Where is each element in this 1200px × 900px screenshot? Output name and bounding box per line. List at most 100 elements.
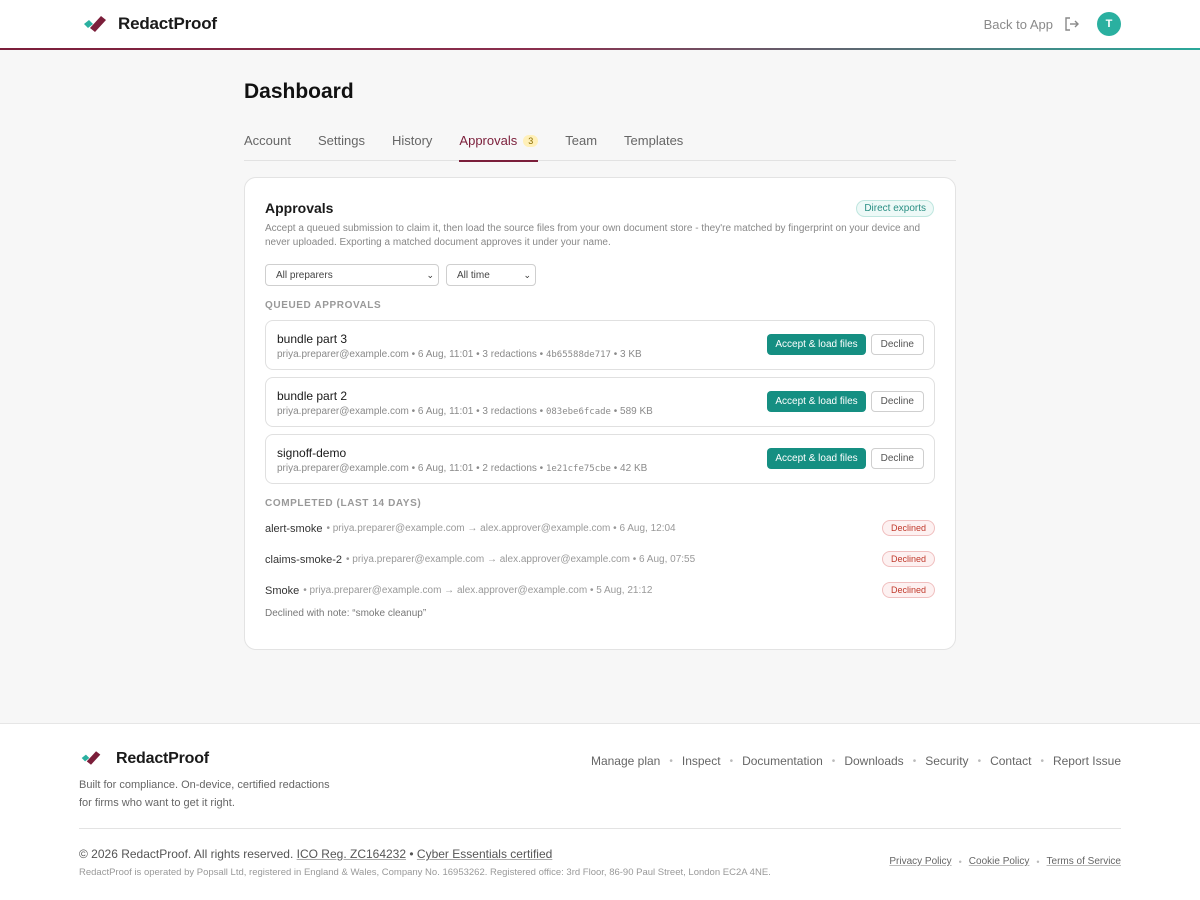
tab-label: Team [565,133,598,148]
footer-link-manage-plan[interactable]: Manage plan [591,754,660,768]
queued-list: bundle part 3 priya.preparer@example.com… [265,320,935,484]
approvals-title: Approvals [265,200,334,216]
tab-team[interactable]: Team [565,124,597,161]
main-content: Dashboard Account Settings History Appro… [244,80,956,650]
footer-links: Manage plan • Inspect • Documentation • … [591,754,1121,768]
queued-item: signoff-demo priya.preparer@example.com … [265,434,935,484]
separator: • [669,755,673,767]
tab-label: Settings [317,133,365,148]
header-divider [0,48,1200,50]
decline-button[interactable]: Decline [870,448,924,469]
back-to-app-link[interactable]: Back to App [984,17,1053,32]
filters: All preparers ⌄ All time ⌄ [265,264,935,286]
footer-legal-text: RedactProof is operated by Popsall Ltd, … [79,867,771,878]
tagline-line-2: for firms who want to get it right. [79,797,235,809]
direct-exports-badge: Direct exports [856,200,934,217]
tab-label: History [391,133,433,148]
time-filter-value: All time [457,269,490,281]
queued-item-details: priya.preparer@example.com • 6 Aug, 11:0… [277,349,544,360]
tagline-line-1: Built for compliance. On-device, certifi… [79,779,330,791]
file-size: • 589 KB [613,406,653,417]
separator: • [912,755,917,767]
preparer-filter-value: All preparers [276,269,333,281]
declined-status-badge: Declined [881,551,935,567]
separator: • [831,755,836,767]
tab-bar: Account Settings History Approvals 3 Team… [244,124,956,162]
completed-item-meta: • priya.preparer@example.com → alex.appr… [326,523,676,534]
footer: RedactProof Built for compliance. On-dev… [0,723,1200,900]
fingerprint-hash: 1e21cfe75cbe [545,464,611,474]
completed-item: claims-smoke-2 • priya.preparer@example.… [265,544,935,575]
queued-item: bundle part 2 priya.preparer@example.com… [265,377,935,427]
decline-button[interactable]: Decline [870,334,924,355]
accept-load-files-button[interactable]: Accept & load files [767,448,866,469]
decline-note: Declined with note: “smoke cleanup” [265,608,427,619]
footer-legal-links: Privacy Policy • Cookie Policy • Terms o… [889,856,1121,867]
cyber-essentials-link[interactable]: Cyber Essentials certified [417,847,552,861]
declined-status-badge: Declined [881,520,935,536]
footer-link-report-issue[interactable]: Report Issue [1053,754,1121,768]
footer-link-inspect[interactable]: Inspect [682,754,721,768]
declined-status-badge: Declined [881,582,935,598]
brand[interactable]: RedactProof [82,13,217,35]
avatar[interactable]: T [1097,12,1121,36]
footer-tagline: Built for compliance. On-device, certifi… [79,776,330,812]
footer-link-security[interactable]: Security [925,754,968,768]
brand-name: RedactProof [118,14,217,33]
privacy-policy-link[interactable]: Privacy Policy [889,856,951,867]
file-size: • 3 KB [613,349,642,360]
completed-item-meta: • priya.preparer@example.com → alex.appr… [346,554,696,565]
exit-icon[interactable] [1063,15,1081,33]
approvals-card: Approvals Direct exports Accept a queued… [244,177,956,650]
tab-settings[interactable]: Settings [318,124,365,161]
queued-approvals-heading: QUEUED APPROVALS [265,300,382,311]
separator: • [977,755,982,767]
queued-item: bundle part 3 priya.preparer@example.com… [265,320,935,370]
preparer-filter-select[interactable]: All preparers ⌄ [265,264,439,286]
tab-templates[interactable]: Templates [624,124,683,161]
decline-button[interactable]: Decline [870,391,924,412]
completed-heading: COMPLETED (LAST 14 DAYS) [265,498,422,509]
time-filter-select[interactable]: All time ⌄ [446,264,536,286]
fingerprint-hash: 4b65588de717 [545,350,611,360]
footer-link-documentation[interactable]: Documentation [742,754,823,768]
file-size: • 42 KB [613,463,648,474]
top-header: RedactProof Back to App T [0,0,1200,50]
chevron-down-icon: ⌄ [523,269,531,280]
redactproof-logo-icon [80,748,106,770]
tab-label: Approvals [459,133,518,148]
tab-label: Templates [624,133,684,148]
accept-load-files-button[interactable]: Accept & load files [767,334,866,355]
completed-item: Smoke • priya.preparer@example.com → ale… [265,575,935,606]
footer-link-contact[interactable]: Contact [990,754,1031,768]
completed-item-name: alert-smoke [265,522,323,535]
separator: • [958,856,962,867]
separator: • [1040,755,1044,767]
tab-label: Account [244,133,291,148]
copyright-text: © 2026 RedactProof. All rights reserved. [79,847,294,861]
tab-account[interactable]: Account [244,124,291,161]
footer-link-downloads[interactable]: Downloads [844,754,903,768]
separator: • [729,755,734,767]
tab-approvals[interactable]: Approvals 3 [459,124,539,162]
terms-of-service-link[interactable]: Terms of Service [1047,856,1121,867]
footer-copyright: © 2026 RedactProof. All rights reserved.… [79,847,552,861]
separator: • [1036,856,1040,867]
completed-item-name: Smoke [265,584,300,597]
ico-reg-link[interactable]: ICO Reg. ZC164232 [297,847,406,861]
page-title: Dashboard [244,80,354,103]
completed-item: alert-smoke • priya.preparer@example.com… [265,513,935,544]
cookie-policy-link[interactable]: Cookie Policy [969,856,1030,867]
queued-item-details: priya.preparer@example.com • 6 Aug, 11:0… [277,463,544,474]
completed-list: alert-smoke • priya.preparer@example.com… [265,513,935,619]
footer-brand[interactable]: RedactProof [80,748,209,770]
completed-item-name: claims-smoke-2 [265,553,343,566]
fingerprint-hash: 083ebe6fcade [545,407,611,417]
separator: • [409,847,414,861]
footer-brand-name: RedactProof [116,750,209,767]
footer-divider [79,828,1121,829]
tab-history[interactable]: History [392,124,432,161]
queued-item-details: priya.preparer@example.com • 6 Aug, 11:0… [277,406,544,417]
chevron-down-icon: ⌄ [426,269,434,280]
accept-load-files-button[interactable]: Accept & load files [767,391,866,412]
